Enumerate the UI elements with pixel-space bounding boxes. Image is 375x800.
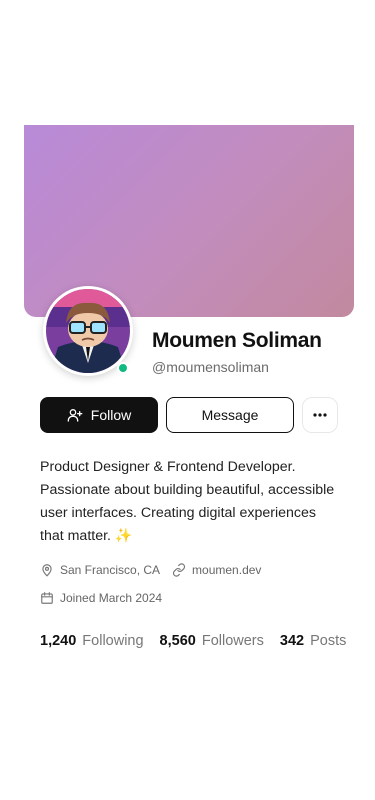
- link-icon: [172, 563, 186, 577]
- user-plus-icon: [67, 409, 83, 422]
- calendar-icon: [41, 592, 53, 604]
- map-pin-icon: [42, 564, 52, 577]
- location-text: San Francisco, CA: [60, 563, 161, 577]
- more-options-button[interactable]: [302, 397, 338, 433]
- meta-row-joined: Joined March 2024: [40, 591, 162, 605]
- stat-label: Following: [82, 633, 144, 649]
- profile-handle: @moumensoliman: [152, 359, 269, 375]
- stat-value: 8,560: [159, 633, 196, 649]
- stat-posts[interactable]: 342 Posts: [280, 633, 346, 649]
- stat-label: Posts: [310, 633, 347, 649]
- stat-followers[interactable]: 8,560 Followers: [160, 633, 264, 649]
- stat-following[interactable]: 1,240 Following: [40, 633, 144, 649]
- stat-value: 342: [279, 633, 305, 649]
- website-link[interactable]: moumen.dev: [192, 563, 261, 577]
- meta-row-location-website: San Francisco, CA moumen.dev: [40, 563, 261, 577]
- online-status-dot: [117, 362, 129, 374]
- joined-date: Joined March 2024: [60, 591, 163, 605]
- profile-stats: 1,240 Following 8,560 Followers 342 Post…: [40, 633, 362, 649]
- follow-button-label: Follow: [90, 407, 132, 423]
- more-icon: [313, 413, 327, 417]
- stat-label: Followers: [201, 633, 264, 649]
- profile-bio: Product Designer & Frontend Developer. P…: [40, 459, 335, 544]
- avatar-image: [46, 289, 130, 373]
- profile-name: Moumen Soliman: [152, 329, 322, 352]
- follow-button[interactable]: Follow: [40, 397, 158, 433]
- message-button-label: Message: [201, 407, 259, 423]
- message-button[interactable]: Message: [166, 397, 294, 433]
- stat-value: 1,240: [40, 633, 77, 649]
